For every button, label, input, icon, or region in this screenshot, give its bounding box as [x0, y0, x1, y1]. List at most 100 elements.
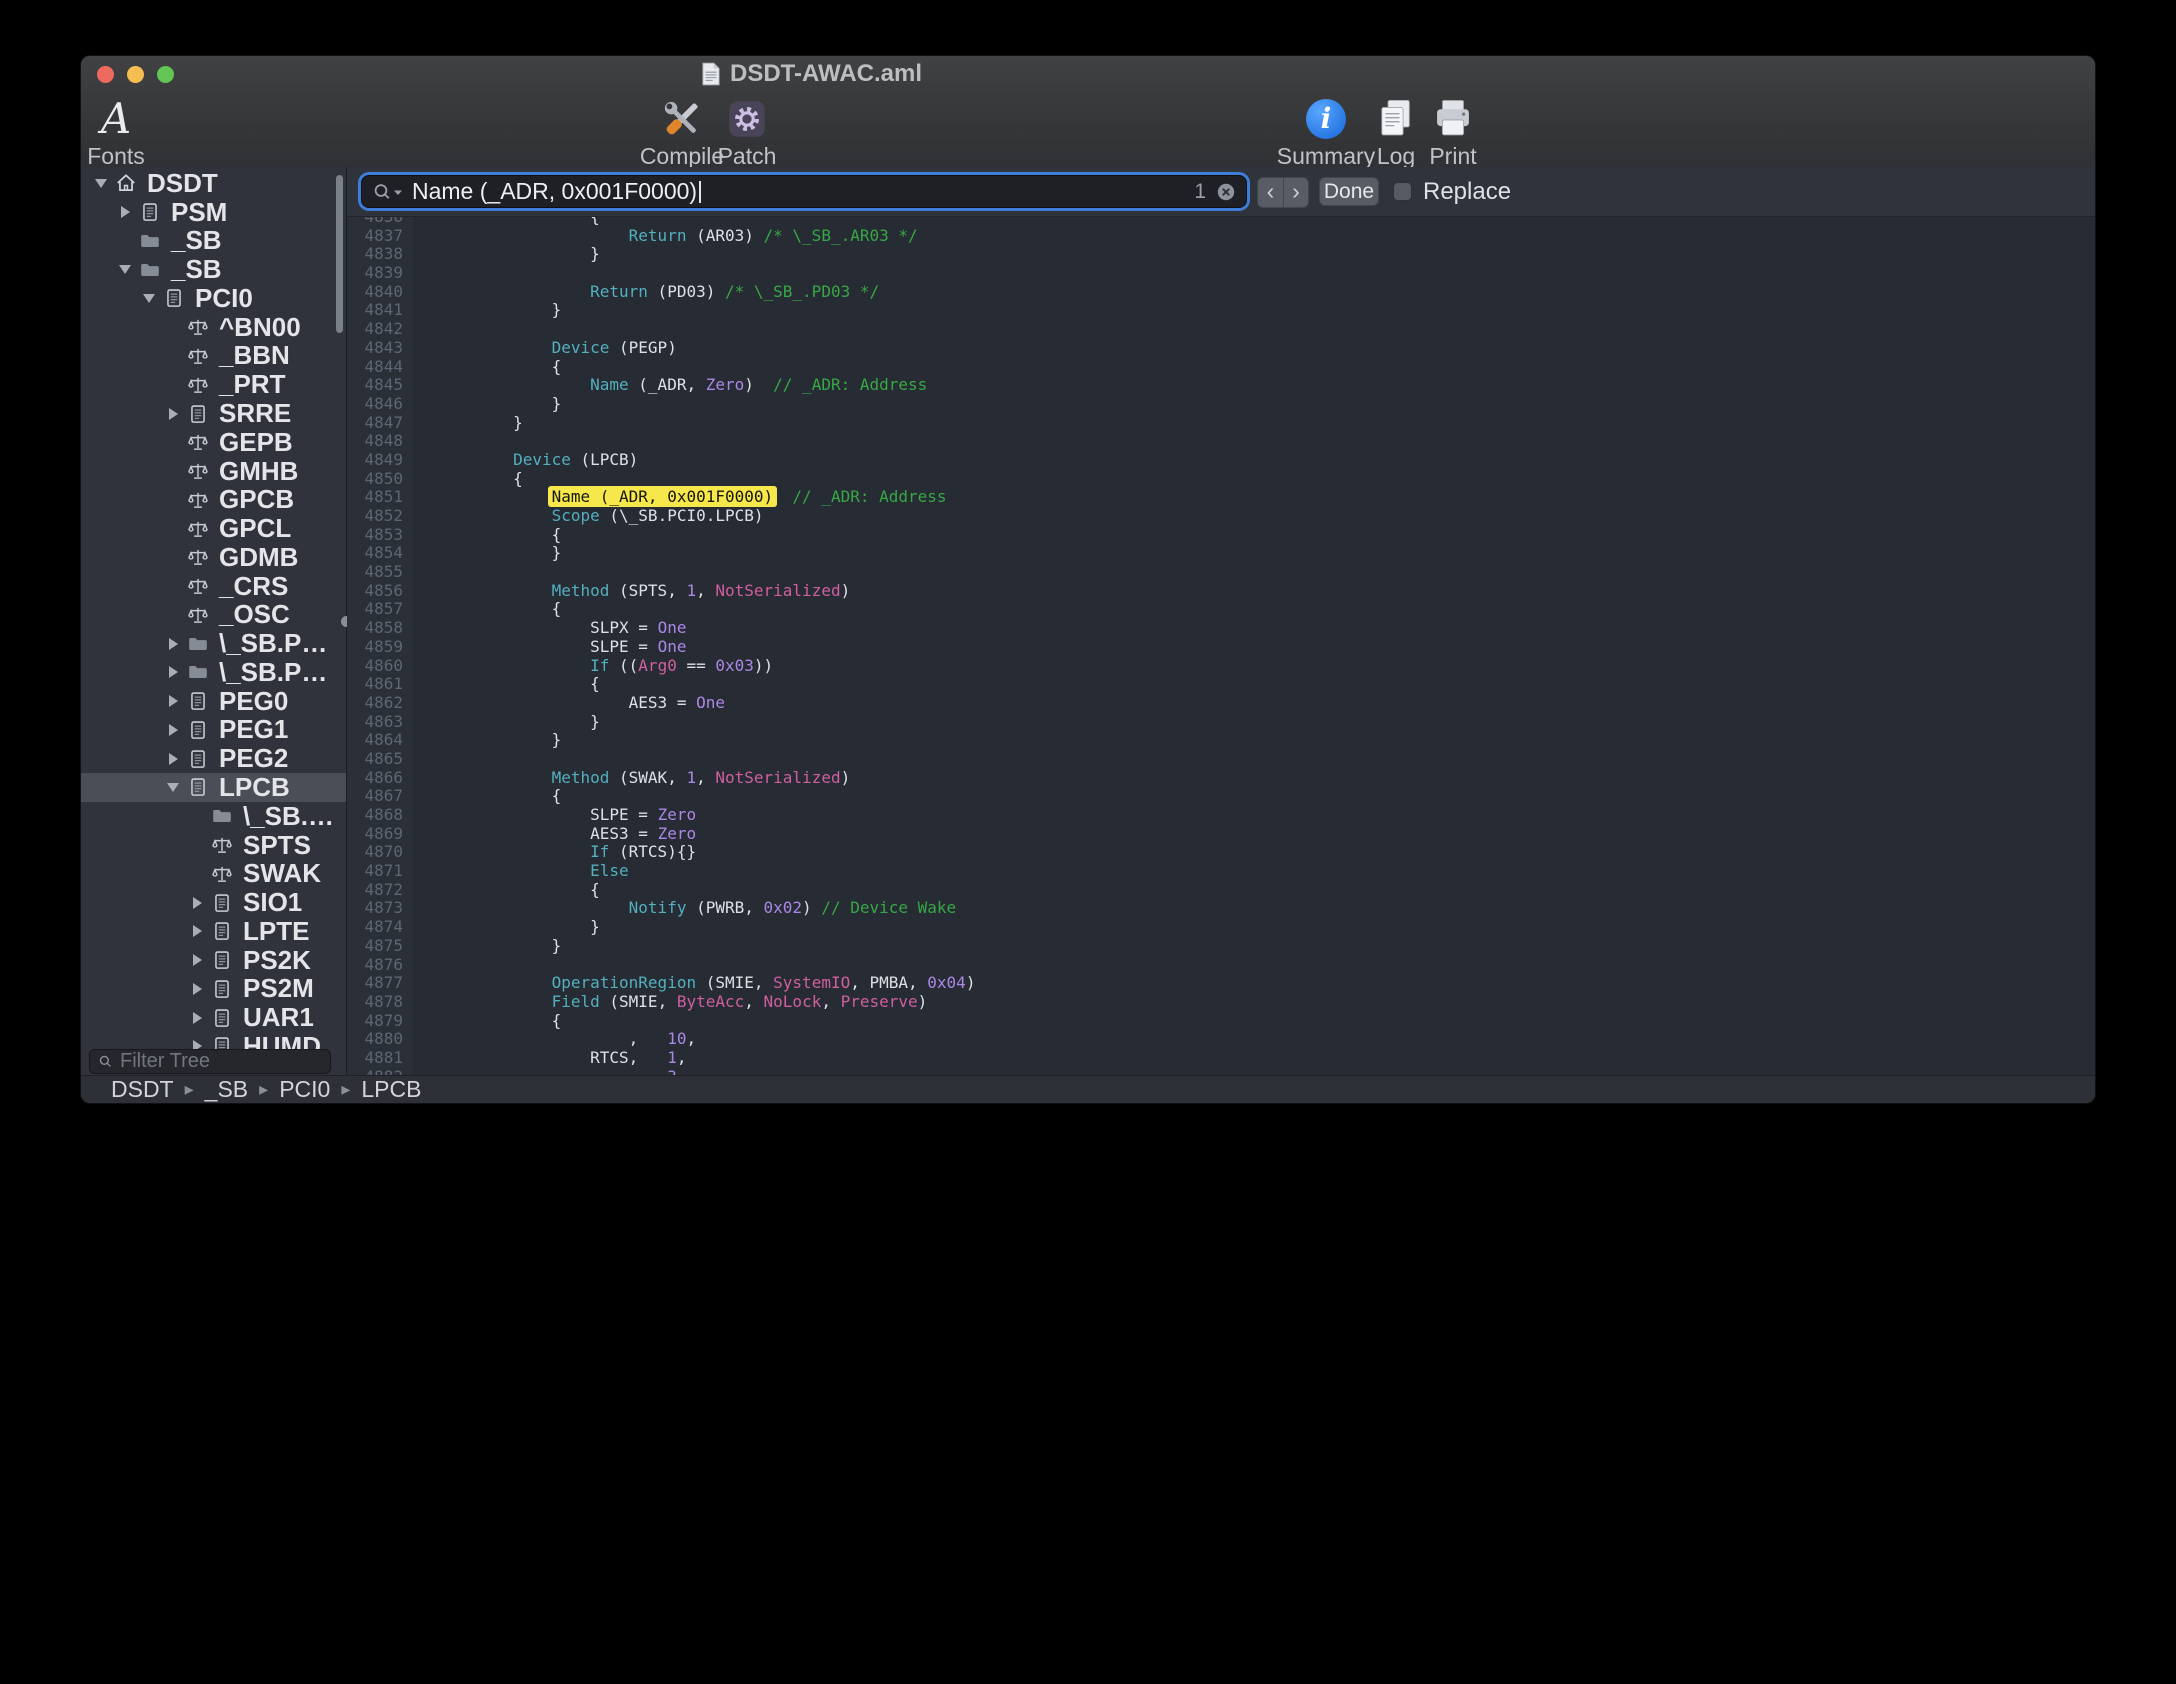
tree-item-peg0[interactable]: PEG0	[81, 687, 346, 716]
document-icon	[185, 689, 211, 713]
title-group: DSDT-AWAC.aml	[701, 56, 922, 92]
disclosure-down-icon[interactable]	[113, 265, 137, 274]
sidebar-tree: DSDTPSM_SB_SBPCI0^BN00_BBN_PRTSRREGEPBGM…	[81, 167, 346, 1076]
line-number: 4858	[347, 619, 403, 638]
tree-item-label: \_SB.P…	[219, 628, 327, 659]
sidebar-scrollbar[interactable]	[336, 175, 343, 333]
code-line: 4846 }	[347, 395, 2095, 414]
tree-item-gmhb[interactable]: GMHB	[81, 457, 346, 486]
disclosure-right-icon[interactable]	[185, 1012, 209, 1024]
done-button[interactable]: Done	[1319, 177, 1379, 206]
disclosure-down-icon[interactable]	[161, 783, 185, 792]
tree-item-bn00[interactable]: ^BN00	[81, 313, 346, 342]
find-next-button[interactable]: ›	[1283, 178, 1308, 207]
line-number: 4865	[347, 750, 403, 769]
document-proxy-icon[interactable]	[701, 62, 721, 86]
disclosure-right-icon[interactable]	[185, 897, 209, 909]
line-number: 4877	[347, 974, 403, 993]
tree-item-gpcb[interactable]: GPCB	[81, 485, 346, 514]
disclosure-right-icon[interactable]	[185, 983, 209, 995]
disclosure-right-icon[interactable]	[161, 695, 185, 707]
filter-tree-field[interactable]: Filter Tree	[89, 1049, 331, 1074]
disclosure-right-icon[interactable]	[161, 638, 185, 650]
disclosure-down-icon[interactable]	[89, 179, 113, 188]
tree-item-_sb[interactable]: _SB	[81, 255, 346, 284]
zoom-window-button[interactable]	[157, 66, 174, 83]
disclosure-right-icon[interactable]	[161, 408, 185, 420]
tree-item-label: GMHB	[219, 456, 298, 487]
line-number: 4839	[347, 264, 403, 283]
code-editor[interactable]: 4836 {4837 Return (AR03) /* \_SB_.AR03 *…	[347, 217, 2095, 1076]
tree-item-sio1[interactable]: SIO1	[81, 888, 346, 917]
breadcrumb-item[interactable]: LPCB	[361, 1076, 421, 1103]
minimize-window-button[interactable]	[127, 66, 144, 83]
tree-item-pci0[interactable]: PCI0	[81, 284, 346, 313]
tree-item-gdmb[interactable]: GDMB	[81, 543, 346, 572]
breadcrumb-item[interactable]: DSDT	[111, 1076, 174, 1103]
tree-item-peg1[interactable]: PEG1	[81, 716, 346, 745]
tree-item-gepb[interactable]: GEPB	[81, 428, 346, 457]
tree-item-_sbp[interactable]: \_SB.P…	[81, 658, 346, 687]
disclosure-right-icon[interactable]	[161, 724, 185, 736]
tree-item-psm[interactable]: PSM	[81, 198, 346, 227]
tree-item-_sbp[interactable]: \_SB.P…	[81, 629, 346, 658]
line-number: 4872	[347, 881, 403, 900]
window-title: DSDT-AWAC.aml	[730, 60, 922, 88]
tree-item-ps2k[interactable]: PS2K	[81, 946, 346, 975]
breadcrumb-item[interactable]: _SB	[205, 1076, 248, 1103]
line-number: 4866	[347, 769, 403, 788]
tree-item-lpcb[interactable]: LPCB	[81, 773, 346, 802]
line-number: 4838	[347, 245, 403, 264]
titlebar[interactable]: DSDT-AWAC.aml	[81, 56, 2095, 92]
disclosure-right-icon[interactable]	[185, 925, 209, 937]
tree-item-label: SWAK	[243, 858, 321, 889]
tree-item-_crs[interactable]: _CRS	[81, 572, 346, 601]
code-line: 4851 Name (_ADR, 0x001F0000) // _ADR: Ad…	[347, 488, 2095, 507]
text-caret	[699, 181, 701, 203]
toolbar: Fonts Compi	[81, 92, 2095, 168]
tree-item-spts[interactable]: SPTS	[81, 831, 346, 860]
tree-item-uar1[interactable]: UAR1	[81, 1003, 346, 1032]
tree-item-label: _SB	[171, 225, 222, 256]
code-line: 4852 Scope (\_SB.PCI0.LPCB)	[347, 507, 2095, 526]
breadcrumb-item[interactable]: PCI0	[279, 1076, 330, 1103]
tree-item-srre[interactable]: SRRE	[81, 399, 346, 428]
maciasl-window: DSDT-AWAC.aml Fonts	[80, 55, 2096, 1104]
line-number: 4847	[347, 414, 403, 433]
tree-item-ps2m[interactable]: PS2M	[81, 974, 346, 1003]
code-line: 4868 SLPE = Zero	[347, 806, 2095, 825]
toolbar-item-print[interactable]: Print	[1378, 95, 1528, 170]
tree-item-_sb[interactable]: \_SB.…	[81, 802, 346, 831]
tree-item-gpcl[interactable]: GPCL	[81, 514, 346, 543]
code-line: 4843 Device (PEGP)	[347, 339, 2095, 358]
disclosure-right-icon[interactable]	[185, 954, 209, 966]
code-line: 4873 Notify (PWRB, 0x02) // Device Wake	[347, 899, 2095, 918]
tree-item-peg2[interactable]: PEG2	[81, 744, 346, 773]
line-number: 4874	[347, 918, 403, 937]
clear-search-button[interactable]	[1216, 182, 1236, 202]
editor-column: Name (_ADR, 0x001F0000) 1 ‹ › Done	[347, 167, 2095, 1076]
search-menu-icon[interactable]	[372, 182, 404, 202]
line-number: 4849	[347, 451, 403, 470]
tree-item-_osc[interactable]: _OSC	[81, 600, 346, 629]
tree-item-swak[interactable]: SWAK	[81, 859, 346, 888]
toolbar-item-fonts[interactable]: Fonts	[80, 95, 191, 170]
find-input[interactable]: Name (_ADR, 0x001F0000) 1	[361, 175, 1247, 208]
disclosure-right-icon[interactable]	[161, 753, 185, 765]
replace-checkbox[interactable]	[1393, 182, 1412, 201]
tree-item-_bbn[interactable]: _BBN	[81, 342, 346, 371]
tree-item-dsdt[interactable]: DSDT	[81, 169, 346, 198]
disclosure-right-icon[interactable]	[161, 666, 185, 678]
tree-item-_sb[interactable]: _SB	[81, 227, 346, 256]
line-number: 4876	[347, 956, 403, 975]
close-window-button[interactable]	[97, 66, 114, 83]
disclosure-right-icon[interactable]	[113, 206, 137, 218]
toolbar-item-patch[interactable]: Patch	[672, 95, 822, 170]
find-previous-button[interactable]: ‹	[1258, 178, 1283, 207]
tree-item-label: GEPB	[219, 427, 293, 458]
tree-item-label: PEG1	[219, 714, 288, 745]
disclosure-down-icon[interactable]	[137, 294, 161, 303]
tree-item-_prt[interactable]: _PRT	[81, 370, 346, 399]
tree-item-lpte[interactable]: LPTE	[81, 917, 346, 946]
code-line: 4862 AES3 = One	[347, 694, 2095, 713]
